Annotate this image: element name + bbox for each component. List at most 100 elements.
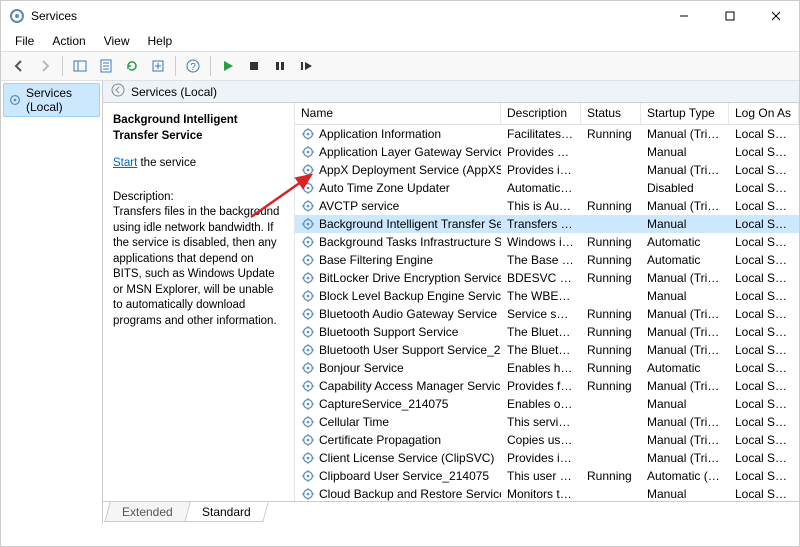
service-startup: Manual — [641, 288, 729, 304]
service-description: Provides infr... — [501, 162, 581, 178]
service-description: Monitors th... — [501, 486, 581, 501]
service-startup: Automatic — [641, 252, 729, 268]
service-description: The Bluetoo... — [501, 324, 581, 340]
column-status[interactable]: Status — [581, 103, 641, 124]
service-row[interactable]: Bluetooth Audio Gateway ServiceService s… — [295, 305, 799, 323]
minimize-button[interactable] — [661, 1, 707, 31]
service-row[interactable]: Client License Service (ClipSVC)Provides… — [295, 449, 799, 467]
list-header: Name Description Status Startup Type Log… — [295, 103, 799, 125]
show-hide-tree-button[interactable] — [68, 54, 92, 78]
service-status — [581, 421, 641, 423]
service-row[interactable]: Application InformationFacilitates th...… — [295, 125, 799, 143]
service-status: Running — [581, 306, 641, 322]
service-description: Copies user ... — [501, 432, 581, 448]
service-row[interactable]: Block Level Backup Engine ServiceThe WBE… — [295, 287, 799, 305]
gear-icon — [301, 379, 315, 393]
service-row[interactable]: Application Layer Gateway ServiceProvide… — [295, 143, 799, 161]
service-row[interactable]: Bluetooth User Support Service_214075The… — [295, 341, 799, 359]
nav-back-icon[interactable] — [111, 83, 125, 100]
service-logon: Local Servic — [729, 252, 799, 268]
export-button[interactable] — [146, 54, 170, 78]
pause-service-button[interactable] — [268, 54, 292, 78]
service-startup: Manual — [641, 396, 729, 412]
stop-service-button[interactable] — [242, 54, 266, 78]
service-description: Transfers file... — [501, 216, 581, 232]
description-label: Description: — [113, 190, 282, 206]
gear-icon — [301, 469, 315, 483]
menu-help[interactable]: Help — [140, 32, 181, 50]
close-button[interactable] — [753, 1, 799, 31]
service-row[interactable]: Certificate PropagationCopies user ...Ma… — [295, 431, 799, 449]
service-row[interactable]: Cellular TimeThis service ...Manual (Tri… — [295, 413, 799, 431]
service-startup: Manual (Trigg... — [641, 198, 729, 214]
service-description: This is Audio... — [501, 198, 581, 214]
service-row[interactable]: Background Intelligent Transfer ServiceT… — [295, 215, 799, 233]
service-startup: Manual (Trigg... — [641, 270, 729, 286]
service-row[interactable]: Bluetooth Support ServiceThe Bluetoo...R… — [295, 323, 799, 341]
service-status: Running — [581, 360, 641, 376]
service-description: The Base Filt... — [501, 252, 581, 268]
titlebar: Services — [1, 1, 799, 31]
start-service-line: Start the service — [113, 156, 282, 172]
list-body[interactable]: Application InformationFacilitates th...… — [295, 125, 799, 501]
service-row[interactable]: Cloud Backup and Restore Service_214...M… — [295, 485, 799, 501]
menubar: File Action View Help — [1, 31, 799, 51]
back-button[interactable] — [7, 54, 31, 78]
service-row[interactable]: Capability Access Manager ServiceProvide… — [295, 377, 799, 395]
service-row[interactable]: Background Tasks Infrastructure ServiceW… — [295, 233, 799, 251]
column-description[interactable]: Description — [501, 103, 581, 124]
gear-icon — [301, 199, 315, 213]
service-status — [581, 151, 641, 153]
service-row[interactable]: Auto Time Zone UpdaterAutomaticall...Dis… — [295, 179, 799, 197]
service-startup: Manual — [641, 216, 729, 232]
gear-icon — [301, 181, 315, 195]
restart-service-button[interactable] — [294, 54, 318, 78]
gear-icon — [301, 289, 315, 303]
tab-standard[interactable]: Standard — [184, 502, 268, 522]
column-logon[interactable]: Log On As — [729, 103, 799, 124]
service-description: Enables opti... — [501, 396, 581, 412]
column-name[interactable]: Name — [295, 103, 501, 124]
help-button[interactable]: ? — [181, 54, 205, 78]
service-startup: Manual (Trigg... — [641, 378, 729, 394]
service-row[interactable]: AppX Deployment Service (AppXSVC)Provide… — [295, 161, 799, 179]
service-name: Bonjour Service — [319, 361, 404, 375]
menu-file[interactable]: File — [7, 32, 42, 50]
service-status — [581, 403, 641, 405]
service-logon: Local System — [729, 360, 799, 376]
start-link[interactable]: Start — [113, 157, 137, 169]
properties-button[interactable] — [94, 54, 118, 78]
service-status: Running — [581, 342, 641, 358]
service-row[interactable]: Base Filtering EngineThe Base Filt...Run… — [295, 251, 799, 269]
menu-view[interactable]: View — [96, 32, 138, 50]
service-row[interactable]: AVCTP serviceThis is Audio...RunningManu… — [295, 197, 799, 215]
service-name: AppX Deployment Service (AppXSVC) — [319, 163, 501, 177]
service-startup: Manual — [641, 144, 729, 160]
service-startup: Manual (Trigg... — [641, 306, 729, 322]
gear-icon — [301, 487, 315, 501]
forward-button[interactable] — [33, 54, 57, 78]
service-name: Client License Service (ClipSVC) — [319, 451, 494, 465]
tree-panel: Services (Local) — [1, 81, 103, 524]
service-status — [581, 295, 641, 297]
service-row[interactable]: BitLocker Drive Encryption ServiceBDESVC… — [295, 269, 799, 287]
main: Services (Local) Services (Local) Backgr… — [1, 81, 799, 524]
maximize-button[interactable] — [707, 1, 753, 31]
service-startup: Manual (Trigg... — [641, 432, 729, 448]
menu-action[interactable]: Action — [44, 32, 93, 50]
service-name: Background Tasks Infrastructure Service — [319, 235, 501, 249]
service-name: Bluetooth Audio Gateway Service — [319, 307, 497, 321]
service-logon: Local System — [729, 162, 799, 178]
tab-extended[interactable]: Extended — [104, 502, 190, 522]
column-startup[interactable]: Startup Type — [641, 103, 729, 124]
tree-item-services-local[interactable]: Services (Local) — [3, 83, 100, 117]
refresh-button[interactable] — [120, 54, 144, 78]
start-service-button[interactable] — [216, 54, 240, 78]
service-logon: Local System — [729, 396, 799, 412]
service-row[interactable]: CaptureService_214075Enables opti...Manu… — [295, 395, 799, 413]
service-description: Automaticall... — [501, 180, 581, 196]
content-panel: Services (Local) Background Intelligent … — [103, 81, 799, 524]
service-description: The WBENGI... — [501, 288, 581, 304]
service-row[interactable]: Bonjour ServiceEnables har...RunningAuto… — [295, 359, 799, 377]
service-row[interactable]: Clipboard User Service_214075This user s… — [295, 467, 799, 485]
